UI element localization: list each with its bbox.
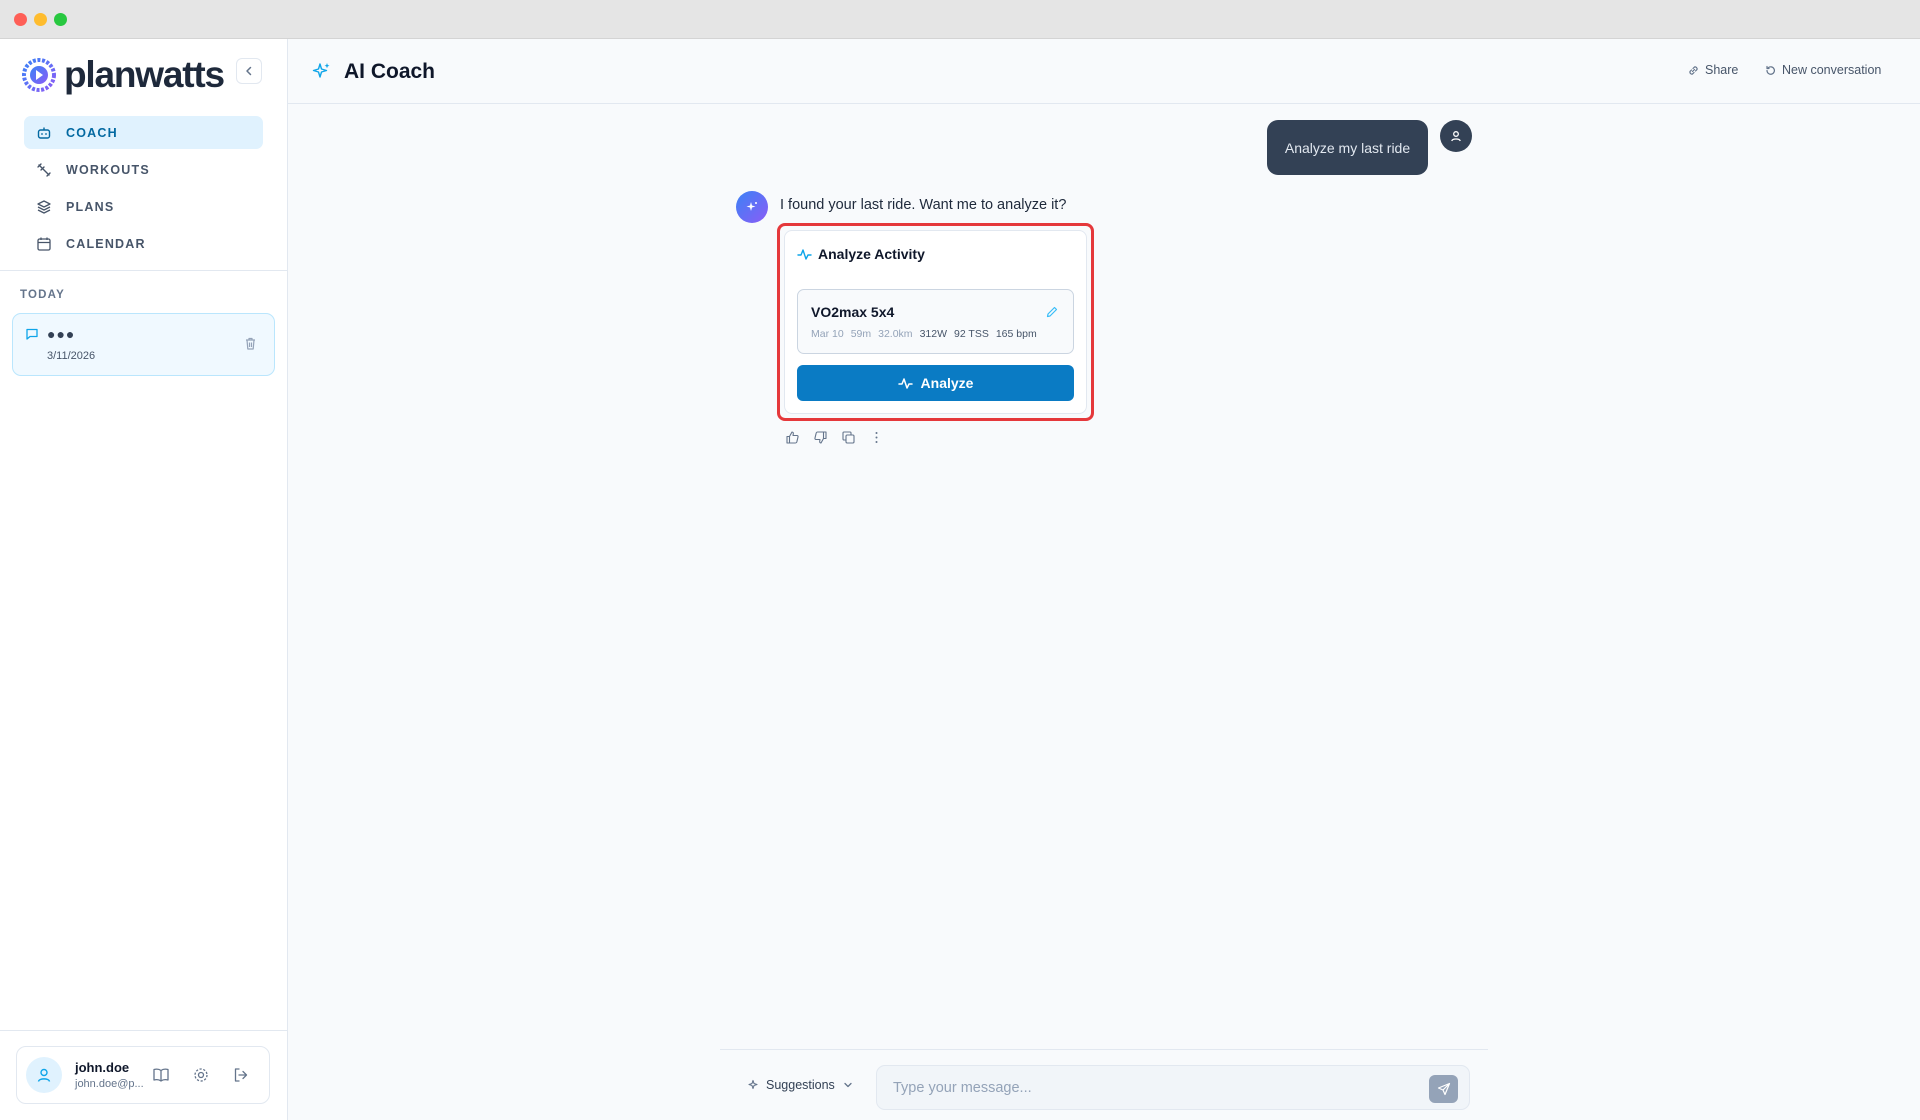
- brand[interactable]: planwatts: [22, 53, 225, 97]
- dumbbell-icon: [37, 162, 51, 177]
- trash-icon[interactable]: [243, 336, 258, 351]
- message-input[interactable]: [893, 1078, 1413, 1098]
- nav-item-label: PLANS: [66, 199, 115, 214]
- collapse-sidebar-button[interactable]: [236, 58, 262, 84]
- share-button[interactable]: Share: [1687, 63, 1738, 77]
- conversation-date: 3/11/2026: [47, 350, 96, 362]
- main-nav: COACH WORKOUTS PLANS CALENDAR: [24, 116, 263, 264]
- sidebar-footer-divider: [0, 1030, 287, 1031]
- nav-item-label: WORKOUTS: [66, 162, 150, 177]
- window-close-button[interactable]: [14, 13, 27, 26]
- brand-name: planwatts: [64, 54, 225, 95]
- window-title-bar: [0, 0, 1920, 39]
- logout-icon[interactable]: [232, 1066, 250, 1084]
- analyze-button-label: Analyze: [920, 375, 974, 391]
- user-icon: [37, 1068, 51, 1082]
- thumbs-up-icon[interactable]: [785, 430, 800, 445]
- thumbs-down-icon[interactable]: [813, 430, 828, 445]
- layers-icon: [37, 199, 51, 214]
- composer: Suggestions: [720, 1049, 1488, 1120]
- sidebar-divider: [0, 270, 287, 271]
- share-label: Share: [1705, 63, 1739, 77]
- analyze-activity-card: Analyze Activity VO2max 5x4 Mar 10 59m 3…: [784, 230, 1087, 414]
- chevron-left-icon: [246, 66, 252, 76]
- suggestions-label: Suggestions: [766, 1078, 835, 1092]
- chevron-down-icon: [844, 1082, 852, 1088]
- tool-card-title: Analyze Activity: [818, 246, 925, 262]
- page-title: AI Coach: [344, 60, 436, 83]
- user-message-avatar: [1440, 120, 1472, 152]
- planwatts-logo-icon: [22, 58, 56, 92]
- pencil-icon[interactable]: [1045, 305, 1059, 319]
- window-minimize-button[interactable]: [34, 13, 47, 26]
- conversation-title: ●●●: [47, 326, 76, 342]
- activity-icon: [897, 377, 913, 389]
- sparkles-icon: [748, 1079, 758, 1090]
- assistant-message-text: I found your last ride. Want me to analy…: [780, 197, 1067, 213]
- tool-card-header: Analyze Activity: [797, 246, 925, 262]
- assistant-avatar: [736, 191, 768, 223]
- user-name: john.doe: [75, 1060, 130, 1075]
- main-header: AI Coach Share New conversation: [288, 39, 1920, 104]
- activity-tss: 92 TSS: [954, 328, 989, 340]
- activity-power: 312W: [919, 328, 947, 340]
- message-actions: [785, 430, 884, 445]
- more-vertical-icon[interactable]: [869, 430, 884, 445]
- sparkles-icon: [312, 63, 330, 78]
- window-maximize-button[interactable]: [54, 13, 67, 26]
- nav-item-plans[interactable]: PLANS: [24, 190, 263, 223]
- activity-name: VO2max 5x4: [811, 304, 895, 320]
- copy-icon[interactable]: [841, 430, 856, 445]
- suggestions-dropdown[interactable]: Suggestions: [748, 1078, 854, 1092]
- new-conversation-label: New conversation: [1782, 63, 1882, 77]
- user-icon: [1451, 131, 1461, 142]
- nav-item-label: CALENDAR: [66, 236, 146, 251]
- book-icon[interactable]: [152, 1066, 170, 1084]
- activity-duration: 59m: [850, 328, 872, 340]
- avatar[interactable]: [26, 1057, 62, 1093]
- activity-summary[interactable]: VO2max 5x4 Mar 10 59m 32.0km 312W 92 TSS…: [797, 289, 1074, 354]
- activity-distance: 32.0km: [878, 328, 913, 340]
- message-icon: [26, 328, 38, 340]
- analyze-button[interactable]: Analyze: [797, 365, 1074, 401]
- user-card: john.doe john.doe@p...: [16, 1046, 270, 1104]
- link-icon: [1689, 65, 1698, 75]
- nav-item-coach[interactable]: COACH: [24, 116, 263, 149]
- calendar-icon: [37, 237, 51, 251]
- sparkles-icon: [746, 202, 757, 211]
- activity-heart-rate: 165 bpm: [995, 328, 1037, 340]
- send-icon: [1437, 1082, 1450, 1096]
- user-email: john.doe@p...: [75, 1078, 144, 1090]
- rotate-ccw-icon: [1766, 65, 1775, 75]
- history-section-label: TODAY: [20, 289, 65, 301]
- new-conversation-button[interactable]: New conversation: [1764, 63, 1881, 77]
- message-input-box: [876, 1065, 1470, 1110]
- nav-item-label: COACH: [66, 125, 118, 140]
- user-message-bubble: Analyze my last ride: [1267, 120, 1428, 175]
- gear-icon[interactable]: [192, 1066, 210, 1084]
- sidebar: planwatts COACH WORKOUTS PLANS CALENDAR …: [0, 39, 288, 1120]
- bot-icon: [37, 127, 51, 139]
- conversation-item[interactable]: ●●● 3/11/2026: [12, 313, 275, 376]
- activity-icon: [797, 248, 812, 260]
- send-button[interactable]: [1429, 1075, 1458, 1103]
- nav-item-calendar[interactable]: CALENDAR: [24, 227, 263, 260]
- activity-date: Mar 10: [811, 328, 844, 340]
- activity-stats: Mar 10 59m 32.0km 312W 92 TSS 165 bpm: [811, 328, 1037, 340]
- nav-item-workouts[interactable]: WORKOUTS: [24, 153, 263, 186]
